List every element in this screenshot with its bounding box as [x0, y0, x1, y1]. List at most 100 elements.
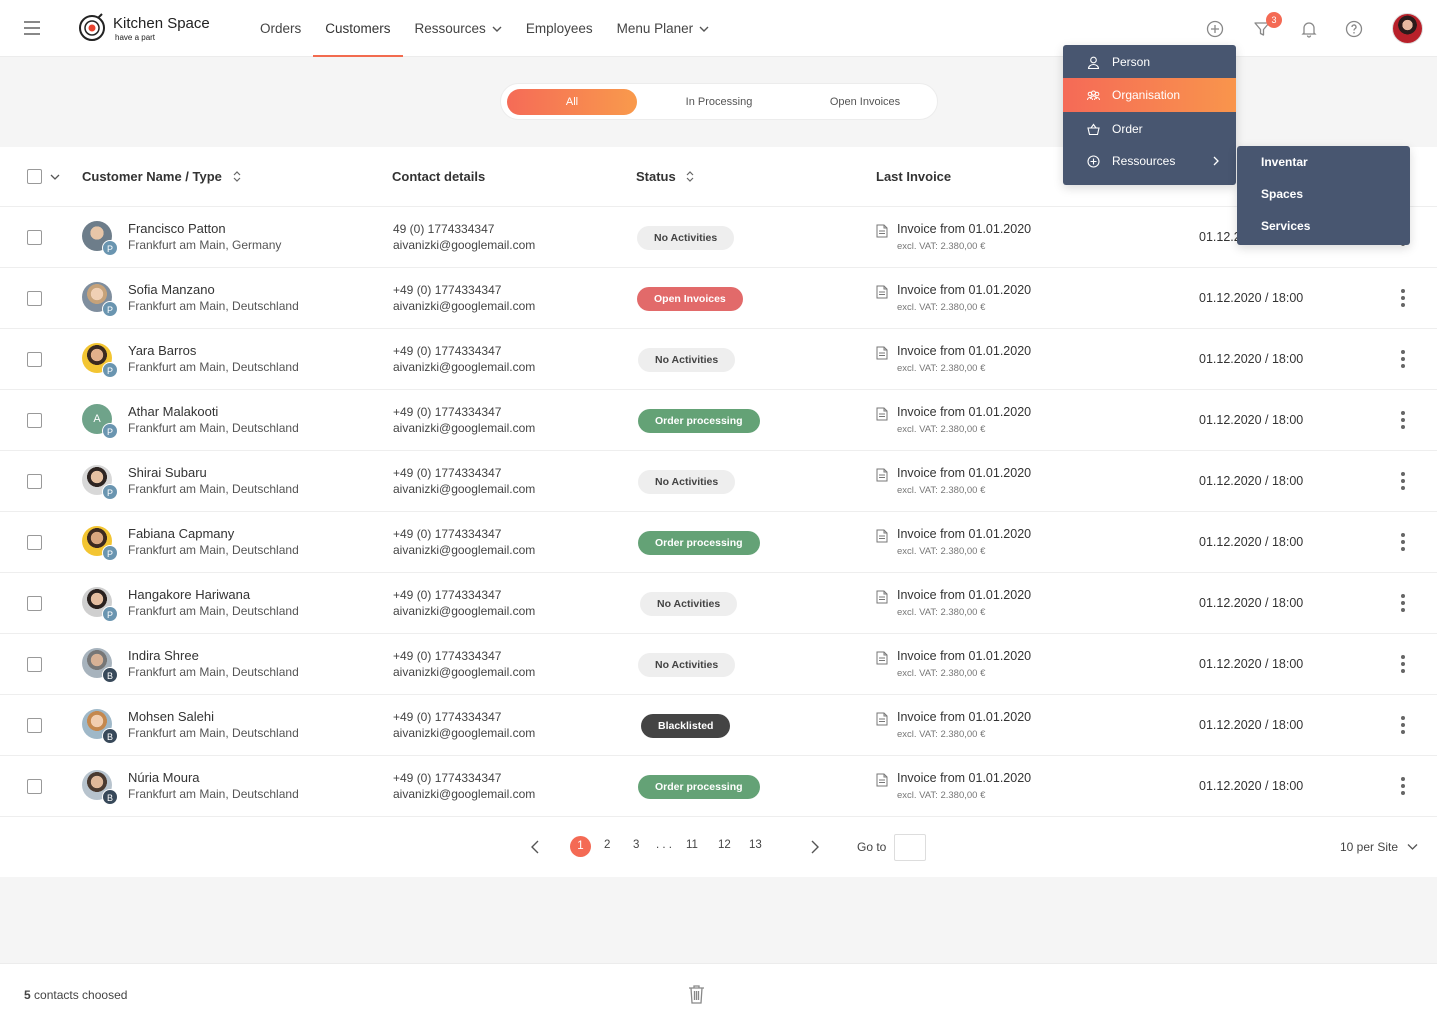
logo[interactable]: Kitchen Space have a part [78, 13, 218, 45]
table-row[interactable]: B Mohsen Salehi Frankfurt am Main, Deutsch… [0, 695, 1437, 756]
invoice-link[interactable]: Invoice from 01.01.2020 [897, 771, 1031, 785]
tab-open-invoices[interactable]: Open Invoices [799, 89, 931, 115]
customer-name[interactable]: Francisco Patton [128, 221, 226, 236]
nav-ressources[interactable]: Ressources [403, 0, 514, 57]
row-checkbox[interactable] [27, 413, 42, 428]
invoice-link[interactable]: Invoice from 01.01.2020 [897, 710, 1031, 724]
table-row[interactable]: A P Athar Malakooti Frankfurt am Main, Deut… [0, 390, 1437, 451]
row-checkbox[interactable] [27, 352, 42, 367]
table-row[interactable]: P Shirai Subaru Frankfurt am Main, Deutsch… [0, 451, 1437, 512]
row-checkbox[interactable] [27, 230, 42, 245]
invoice-link[interactable]: Invoice from 01.01.2020 [897, 344, 1031, 358]
customer-email: aivanizki@googlemail.com [393, 604, 536, 618]
customer-name[interactable]: Núria Moura [128, 770, 200, 785]
invoice-link[interactable]: Invoice from 01.01.2020 [897, 466, 1031, 480]
page-2[interactable]: 2 [604, 839, 610, 851]
submenu-item-spaces[interactable]: Spaces [1261, 187, 1303, 201]
invoice-amount: excl. VAT: 2.380,00 € [897, 302, 986, 313]
invoice-link[interactable]: Invoice from 01.01.2020 [897, 283, 1031, 297]
table-row[interactable]: P Sofia Manzano Frankfurt am Main, Deutsch… [0, 268, 1437, 329]
select-all-checkbox[interactable] [27, 169, 42, 184]
table-row[interactable]: P Francisco Patton Frankfurt am Main, Germ… [0, 207, 1437, 268]
more-options-icon[interactable] [1399, 533, 1407, 551]
submenu-item-inventar[interactable]: Inventar [1261, 155, 1308, 169]
customer-name[interactable]: Shirai Subaru [128, 465, 207, 480]
add-circle-icon[interactable] [1205, 19, 1225, 39]
goto-page-input[interactable] [894, 834, 926, 861]
more-options-icon[interactable] [1399, 594, 1407, 612]
customer-name[interactable]: Fabiana Capmany [128, 526, 234, 541]
invoice-link[interactable]: Invoice from 01.01.2020 [897, 649, 1031, 663]
nav-employees[interactable]: Employees [514, 0, 605, 57]
customer-email: aivanizki@googlemail.com [393, 299, 536, 313]
customer-name[interactable]: Yara Barros [128, 343, 196, 358]
invoice-link[interactable]: Invoice from 01.01.2020 [897, 527, 1031, 541]
invoice-link[interactable]: Invoice from 01.01.2020 [897, 405, 1031, 419]
row-checkbox[interactable] [27, 657, 42, 672]
trash-icon[interactable] [687, 984, 706, 1005]
status-badge: No Activities [638, 348, 736, 372]
chevron-left-icon[interactable] [530, 840, 540, 854]
more-options-icon[interactable] [1399, 411, 1407, 429]
customer-name[interactable]: Sofia Manzano [128, 282, 215, 297]
column-header-status[interactable]: Status [636, 169, 695, 184]
more-options-icon[interactable] [1399, 350, 1407, 368]
nav-orders[interactable]: Orders [248, 0, 313, 57]
table-row[interactable]: P Fabiana Capmany Frankfurt am Main, Deuts… [0, 512, 1437, 573]
table-row[interactable]: B Núria Moura Frankfurt am Main, Deutschla… [0, 756, 1437, 817]
menu-icon[interactable] [24, 21, 40, 35]
more-options-icon[interactable] [1399, 655, 1407, 673]
row-checkbox[interactable] [27, 474, 42, 489]
customer-phone: +49 (0) 1774334347 [393, 527, 502, 541]
more-options-icon[interactable] [1399, 716, 1407, 734]
more-options-icon[interactable] [1399, 777, 1407, 795]
bell-icon[interactable] [1299, 19, 1319, 39]
row-checkbox[interactable] [27, 596, 42, 611]
row-checkbox[interactable] [27, 779, 42, 794]
submenu-item-services[interactable]: Services [1261, 219, 1310, 233]
customer-name[interactable]: Indira Shree [128, 648, 199, 663]
menu-item-ressources[interactable]: Ressources [1063, 144, 1236, 178]
user-avatar[interactable] [1392, 13, 1423, 44]
page-1[interactable]: 1 [570, 836, 591, 857]
invoice-date: 01.12.2020 / 18:00 [1199, 718, 1304, 732]
invoice-link[interactable]: Invoice from 01.01.2020 [897, 588, 1031, 602]
page-12[interactable]: 12 [718, 839, 731, 851]
page-13[interactable]: 13 [749, 839, 762, 851]
page-3[interactable]: 3 [633, 839, 639, 851]
customer-type-badge: B [102, 789, 118, 805]
sort-icon[interactable] [232, 170, 242, 183]
table-row[interactable]: P Yara Barros Frankfurt am Main, Deutschla… [0, 329, 1437, 390]
table-row[interactable]: B Indira Shree Frankfurt am Main, Deutschl… [0, 634, 1437, 695]
column-header-name[interactable]: Customer Name / Type [82, 169, 242, 184]
help-icon[interactable] [1344, 19, 1364, 39]
row-checkbox[interactable] [27, 291, 42, 306]
customer-location: Frankfurt am Main, Deutschland [128, 604, 299, 618]
menu-item-organisation[interactable]: Organisation [1063, 78, 1236, 112]
more-options-icon[interactable] [1399, 289, 1407, 307]
invoice-link[interactable]: Invoice from 01.01.2020 [897, 222, 1031, 236]
customer-location: Frankfurt am Main, Deutschland [128, 421, 299, 435]
customer-email: aivanizki@googlemail.com [393, 421, 536, 435]
table-row[interactable]: P Hangakore Hariwana Frankfurt am Main, De… [0, 573, 1437, 634]
page-11[interactable]: 11 [686, 839, 698, 851]
menu-item-order[interactable]: Order [1063, 112, 1236, 146]
chevron-right-icon[interactable] [810, 840, 820, 854]
tab-all[interactable]: All [507, 89, 637, 115]
customer-name[interactable]: Mohsen Salehi [128, 709, 214, 724]
logo-icon [79, 13, 105, 41]
row-checkbox[interactable] [27, 718, 42, 733]
sort-icon[interactable] [685, 170, 695, 183]
customer-name[interactable]: Hangakore Hariwana [128, 587, 250, 602]
nav-customers[interactable]: Customers [313, 0, 403, 57]
chevron-down-icon[interactable] [50, 173, 60, 181]
more-options-icon[interactable] [1399, 472, 1407, 490]
tab-in-processing[interactable]: In Processing [653, 89, 785, 115]
nav-menu-planer[interactable]: Menu Planer [605, 0, 722, 57]
menu-item-person[interactable]: Person [1063, 45, 1236, 79]
customer-location: Frankfurt am Main, Deutschland [128, 543, 299, 557]
customer-name[interactable]: Athar Malakooti [128, 404, 218, 419]
per-page-select[interactable]: 10 per Site [1340, 840, 1418, 854]
row-checkbox[interactable] [27, 535, 42, 550]
customer-location: Frankfurt am Main, Deutschland [128, 360, 299, 374]
